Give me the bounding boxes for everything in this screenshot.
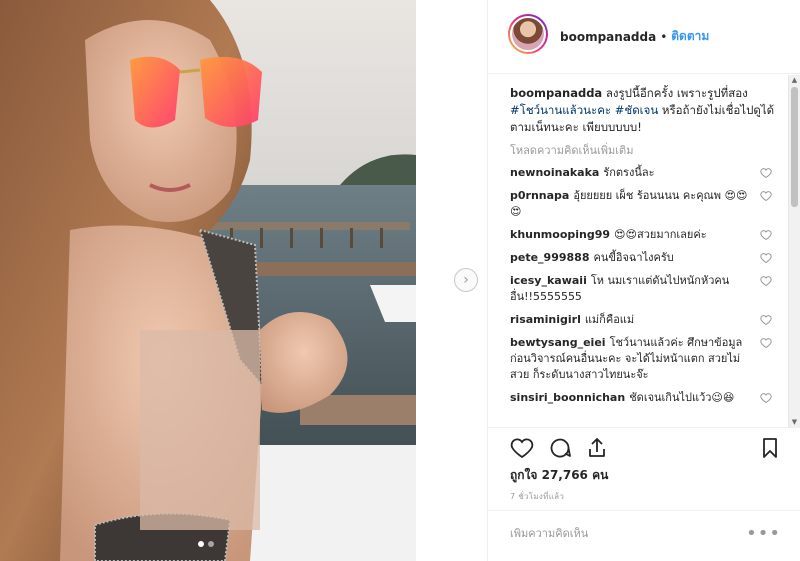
share-icon[interactable] (585, 436, 609, 460)
post-panel: boompanadda • ติดตาม boompanadda ลงรูปนี… (487, 0, 800, 561)
heart-icon[interactable] (510, 436, 534, 460)
action-bar (488, 427, 800, 467)
bookmark-icon[interactable] (758, 436, 782, 460)
post-photo[interactable] (0, 0, 416, 561)
heart-icon[interactable] (760, 314, 772, 326)
carousel-dot (208, 541, 214, 547)
comment-username[interactable]: sinsiri_boonnichan (510, 391, 625, 404)
header-row: boompanadda • ติดตาม (560, 27, 709, 46)
comment-item: khunmooping99 😍😍สวยมากเลยค่ะ (510, 227, 776, 243)
comment-icon[interactable] (548, 436, 572, 460)
comment-text: แม่ก็คือแม่ (584, 313, 635, 326)
load-more-comments[interactable]: โหลดความคิดเห็นเพิ่มเติม (510, 144, 776, 158)
comment-text: รักตรงนี้ละ (603, 166, 655, 179)
scroll-down-icon[interactable]: ▼ (789, 417, 800, 427)
comment-item: bewtysang_eiei โชว์นานแล้วค่ะ ศึกษาข้อมูล… (510, 335, 776, 383)
comment-text: ชัดเจนเกินไปแว้ว😉😆 (629, 391, 735, 404)
hashtag-2[interactable]: #ชัดเจน (615, 103, 658, 117)
likes-count[interactable]: ถูกใจ 27,766 คน (510, 466, 608, 485)
heart-icon[interactable] (760, 392, 772, 404)
comments-list[interactable]: boompanadda ลงรูปนี้อีกครั้ง เพราะรูปที่… (488, 75, 788, 427)
header-separator: • (660, 29, 668, 44)
carousel-dots (198, 541, 214, 547)
heart-icon[interactable] (760, 167, 772, 179)
comment-item: sinsiri_boonnichan ชัดเจนเกินไปแว้ว😉😆 (510, 390, 776, 406)
scroll-up-icon[interactable]: ▲ (789, 75, 800, 85)
post-time: 7 ชั่วโมงที่แล้ว (510, 492, 565, 501)
comment-username[interactable]: bewtysang_eiei (510, 336, 606, 349)
comment-item: newnoinakaka รักตรงนี้ละ (510, 165, 776, 181)
post-photo-illustration (0, 0, 416, 561)
comments-scrollbar[interactable]: ▲ ▼ (788, 75, 800, 427)
more-options-icon[interactable]: ••• (746, 523, 781, 544)
heart-icon[interactable] (760, 190, 772, 202)
chevron-right-icon[interactable]: › (454, 268, 478, 292)
heart-icon[interactable] (760, 275, 772, 287)
carousel-dot-active (198, 541, 204, 547)
heart-icon[interactable] (760, 229, 772, 241)
header-username[interactable]: boompanadda (560, 30, 656, 44)
post-header: boompanadda • ติดตาม (488, 0, 800, 74)
comment-item: icesy_kawaii โห นมเราแต่ดันไปหนักหัวคนอื่… (510, 273, 776, 305)
comment-item: p0rnnapa อุ้ยยยยย เผ็ช ร้อนนนน คะคุณพ 😍😍😍 (510, 188, 776, 220)
caption-text-1: ลงรูปนี้อีกครั้ง เพราะรูปที่สอง (605, 86, 748, 100)
photo-area: › (0, 0, 487, 561)
heart-icon[interactable] (760, 252, 772, 264)
caption-username[interactable]: boompanadda (510, 86, 602, 100)
comment-item: risaminigirl แม่ก็คือแม่ (510, 312, 776, 328)
comment-username[interactable]: khunmooping99 (510, 228, 610, 241)
hashtag-1[interactable]: #โชว์นานแล้วนะคะ (510, 103, 611, 117)
comment-username[interactable]: icesy_kawaii (510, 274, 587, 287)
heart-icon[interactable] (760, 337, 772, 349)
comment-username[interactable]: pete_999888 (510, 251, 589, 264)
follow-button[interactable]: ติดตาม (671, 27, 709, 46)
comment-text: คนขี้อิจฉาไงครับ (593, 251, 674, 264)
comment-username[interactable]: p0rnnapa (510, 189, 569, 202)
caption: boompanadda ลงรูปนี้อีกครั้ง เพราะรูปที่… (510, 85, 776, 136)
scrollbar-thumb[interactable] (791, 87, 798, 207)
comment-item: pete_999888 คนขี้อิจฉาไงครับ (510, 250, 776, 266)
comment-text: 😍😍สวยมากเลยค่ะ (614, 228, 707, 241)
comment-username[interactable]: risaminigirl (510, 313, 581, 326)
avatar[interactable] (508, 14, 548, 54)
comment-username[interactable]: newnoinakaka (510, 166, 599, 179)
comment-input[interactable] (510, 527, 740, 540)
add-comment-bar: ••• (488, 510, 800, 561)
